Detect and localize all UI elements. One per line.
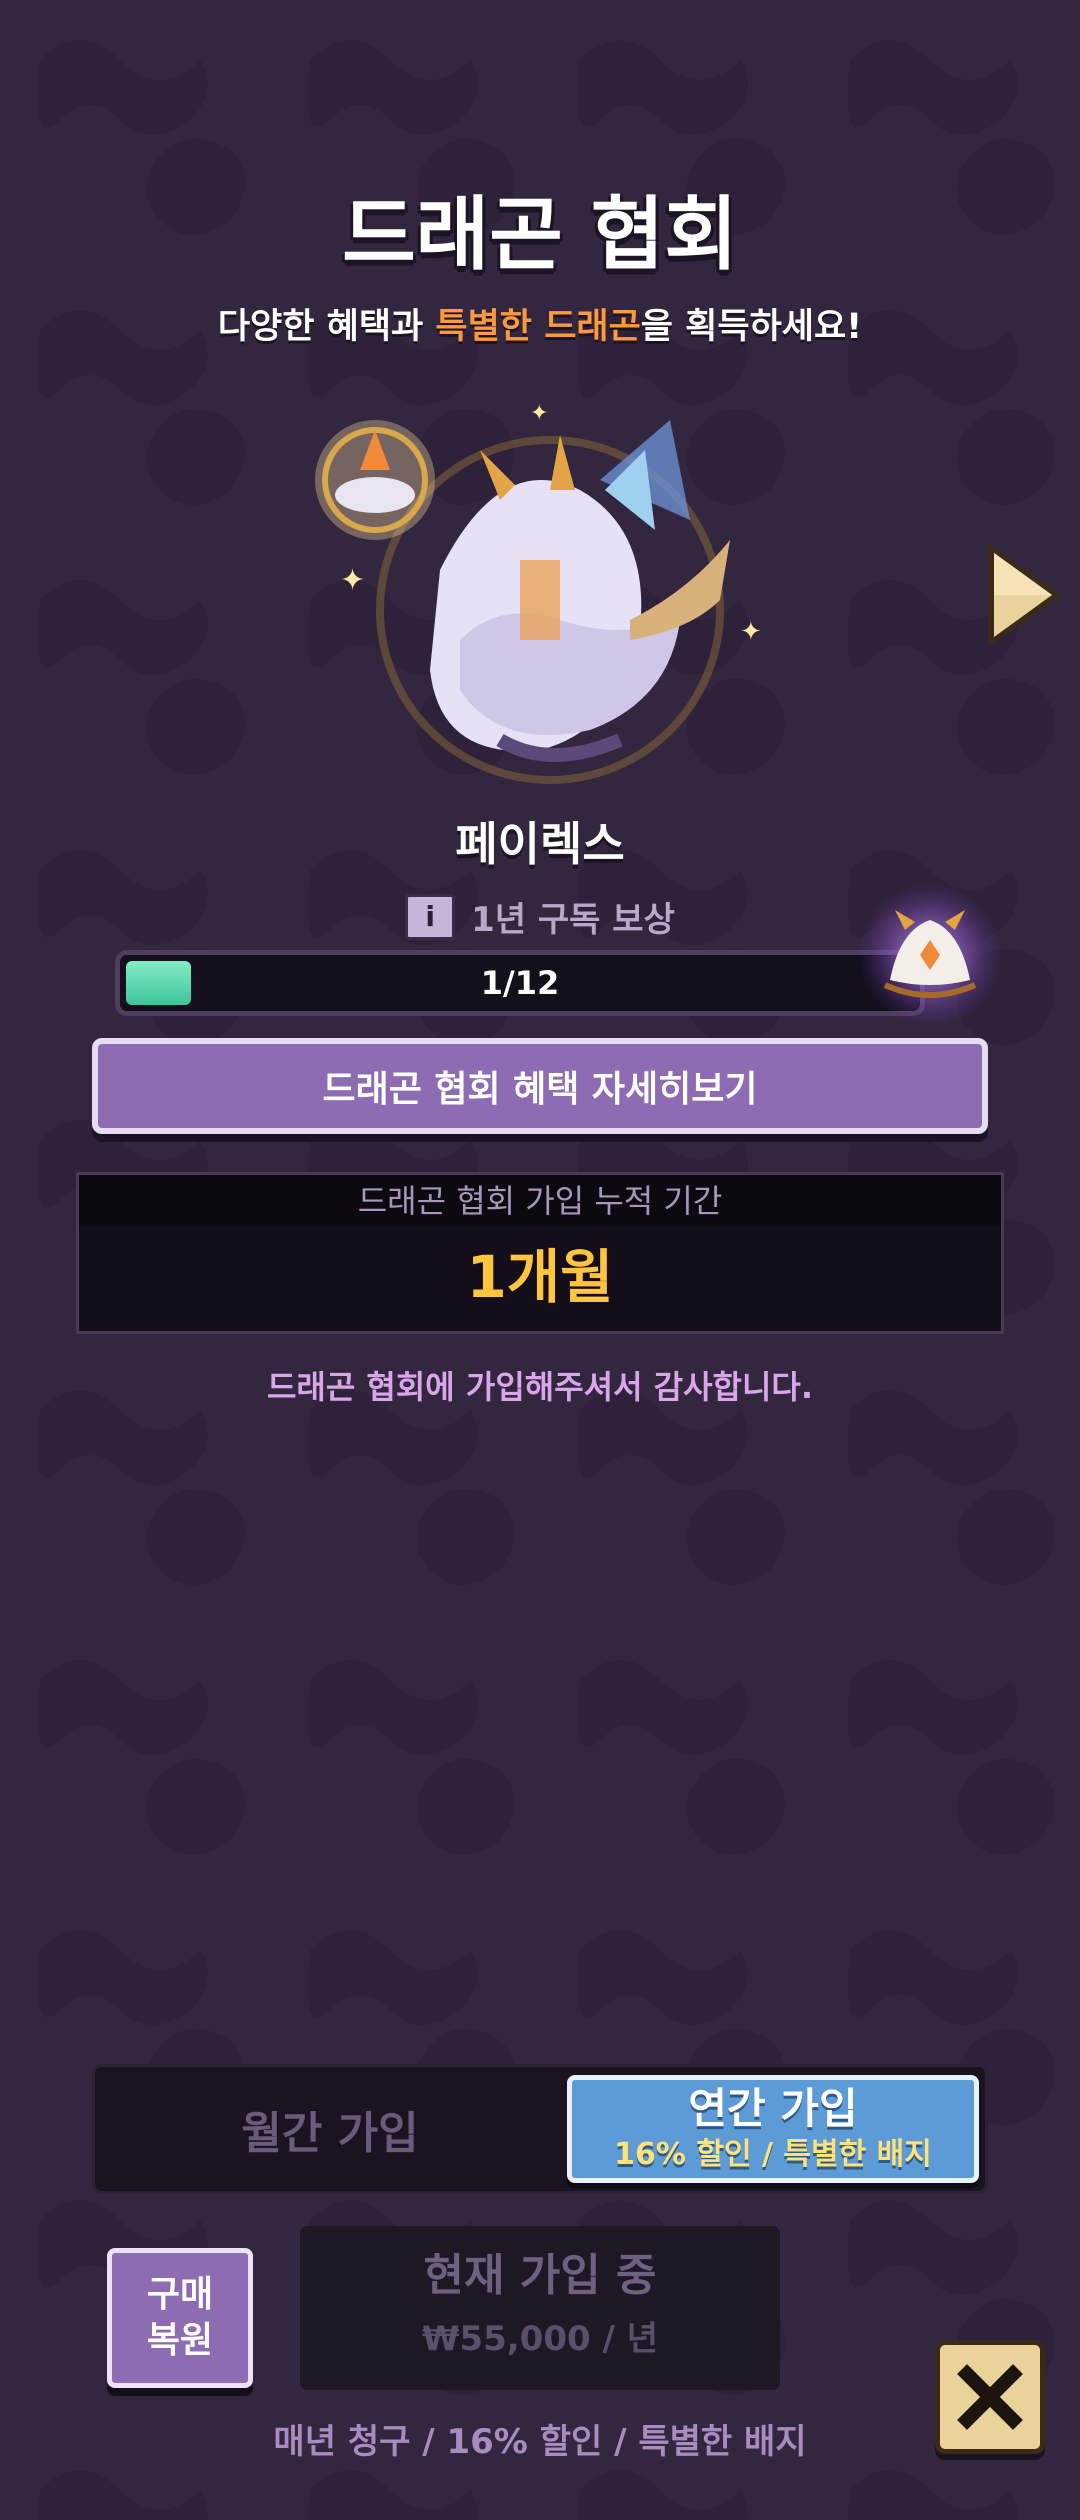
restore-purchase-button[interactable]: 구매 복원 (107, 2248, 253, 2388)
close-button[interactable] (935, 2340, 1045, 2454)
info-icon[interactable]: i (405, 893, 456, 940)
billing-note: 매년 청구 / 16% 할인 / 특별한 배지 (273, 2422, 807, 2462)
membership-period-value: 1개월 (466, 1243, 614, 1311)
current-subscription-button[interactable]: 현재 가입 중 ₩55,000 / 년 (300, 2226, 780, 2390)
monthly-plan-tab[interactable]: 월간 가입 (95, 2067, 565, 2191)
membership-period-label: 드래곤 협회 가입 누적 기간 (79, 1175, 1001, 1227)
subtitle-highlight: 특별한 드래곤 (435, 307, 641, 347)
subtitle-text-before: 다양한 혜택과 (217, 307, 436, 347)
page-subtitle: 다양한 혜택과 특별한 드래곤을 획득하세요! (0, 298, 1080, 349)
arrow-right-icon[interactable] (980, 535, 1070, 655)
dragon-badge-icon[interactable] (855, 880, 1005, 1030)
yearly-plan-tab[interactable]: 연간 가입 16% 할인 / 특별한 배지 (567, 2075, 979, 2183)
svg-text:✦: ✦ (340, 563, 365, 598)
progress-text: 1/12 (480, 964, 560, 1002)
current-price: ₩55,000 / 년 (421, 2319, 659, 2359)
reward-label: 1년 구독 보상 (471, 900, 675, 940)
page-title: 드래곤 협회 (342, 188, 738, 281)
thanks-message: 드래곤 협회에 가입해주셔서 감사합니다. (266, 1368, 814, 1406)
yearly-plan-benefit: 16% 할인 / 특별한 배지 (614, 2137, 932, 2172)
reward-progress-bar: 1/12 (115, 950, 925, 1016)
restore-label-line2: 복원 (146, 2320, 214, 2361)
yearly-plan-title: 연간 가입 (688, 2084, 858, 2133)
dragon-illustration: ✦ ✦ ✦ (315, 401, 762, 784)
close-icon (957, 2364, 1023, 2430)
svg-text:✦: ✦ (740, 617, 762, 647)
restore-label-line1: 구매 (146, 2274, 214, 2315)
subtitle-text-after: 을 획득하세요! (640, 307, 863, 347)
plan-selector: 월간 가입 연간 가입 16% 할인 / 특별한 배지 (92, 2064, 988, 2194)
membership-period-panel: 드래곤 협회 가입 누적 기간 1개월 (76, 1172, 1004, 1334)
association-benefits-button[interactable]: 드래곤 협회 혜택 자세히보기 (92, 1038, 988, 1134)
dragon-name: 페이렉스 (455, 817, 625, 871)
current-status: 현재 가입 중 (423, 2250, 657, 2301)
svg-text:✦: ✦ (530, 401, 548, 426)
